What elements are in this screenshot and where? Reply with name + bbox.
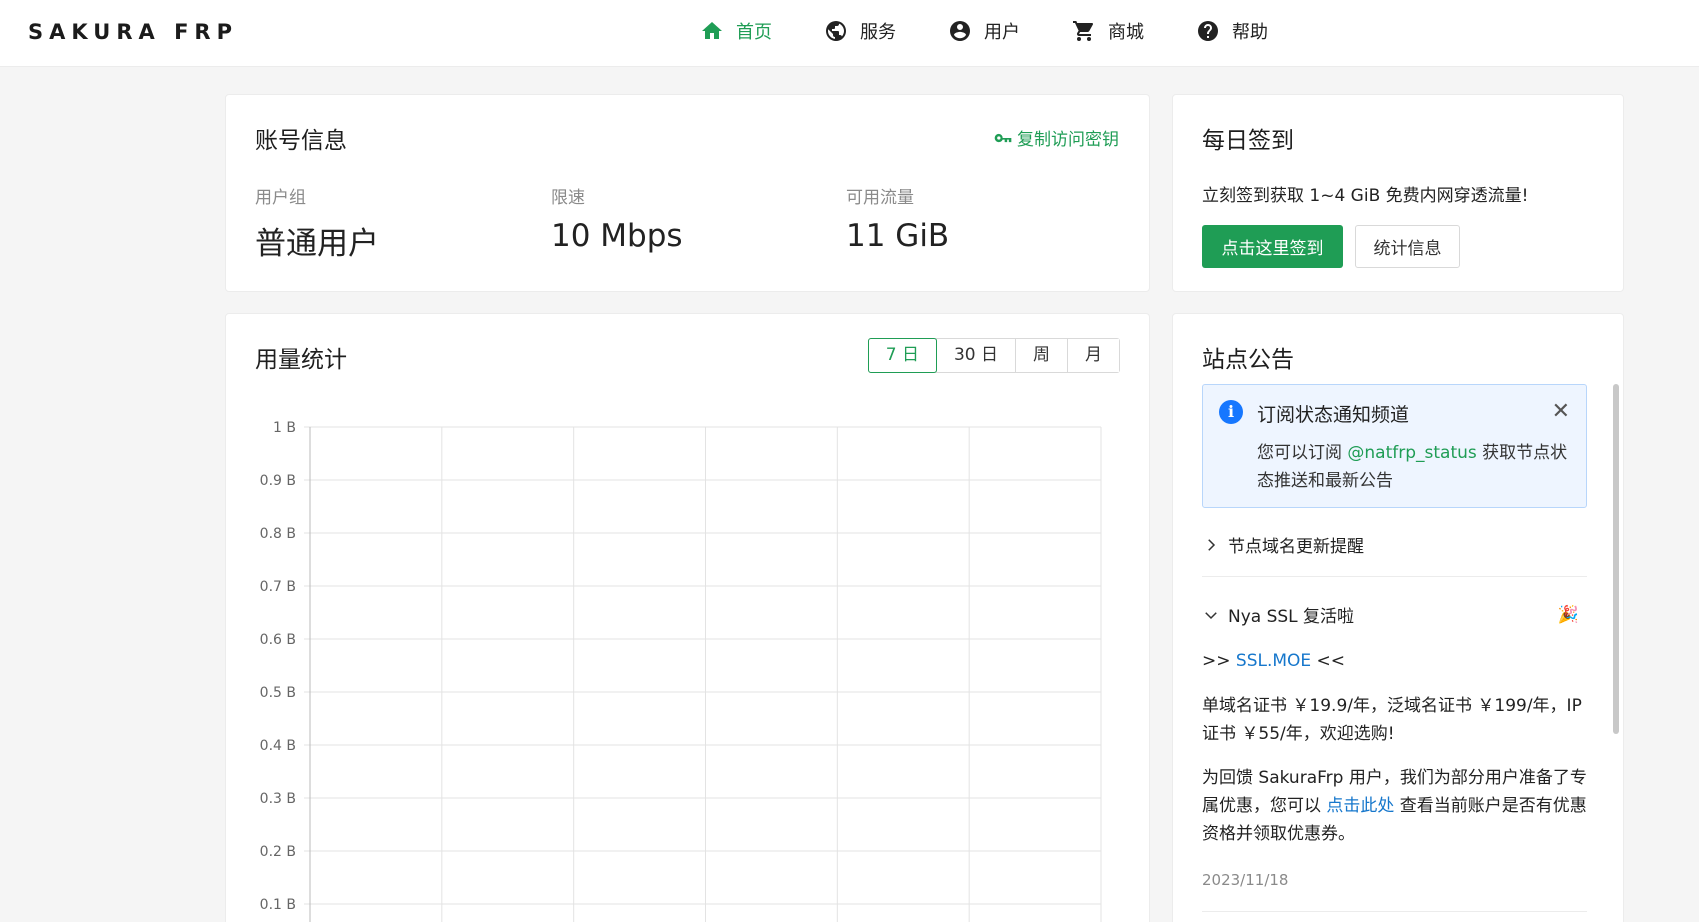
alert-body: 您可以订阅 @natfrp_status 获取节点状态推送和最新公告 (1257, 439, 1575, 495)
stat-label: 限速 (551, 188, 585, 208)
nav-label: 商城 (1108, 22, 1144, 43)
chart-y-tick-label: 0.1 B (260, 897, 296, 913)
main-nav: 首页 服务 用户 商城 帮助 (686, 0, 1306, 67)
divider (1202, 911, 1587, 912)
usage-card-title: 用量统计 (255, 347, 347, 373)
copy-key-label: 复制访问密钥 (1017, 130, 1119, 150)
notice-scrollbar[interactable] (1613, 384, 1619, 734)
ssl-prefix: >> (1202, 651, 1236, 671)
chart-y-tick-label: 0.9 B (260, 473, 296, 489)
range-30-days[interactable]: 30 日 (935, 339, 1015, 372)
notice-card-title: 站点公告 (1202, 347, 1294, 373)
divider (1202, 576, 1587, 577)
nav-help[interactable]: 帮助 (1182, 0, 1282, 62)
nav-label: 帮助 (1232, 22, 1268, 43)
nav-user[interactable]: 用户 (934, 0, 1034, 62)
notice-item-title: Nya SSL 复活啦 (1228, 607, 1355, 627)
usage-stats-card: 用量统计 7 日 30 日 周 月 1 B 0.9 B 0.8 B 0.7 B 0.6 … (225, 313, 1150, 922)
account-info-card: 账号信息 复制访问密钥 用户组 普通用户 限速 10 Mbps 可用流量 11 … (225, 94, 1150, 292)
site-notice-card: 站点公告 i 订阅状态通知频道 ✕ 您可以订阅 @natfrp_status 获… (1172, 313, 1624, 922)
nav-shop[interactable]: 商城 (1058, 0, 1158, 62)
range-month[interactable]: 月 (1067, 339, 1119, 372)
range-week[interactable]: 周 (1015, 339, 1067, 372)
signin-button[interactable]: 点击这里签到 (1202, 225, 1343, 268)
key-icon (994, 133, 1012, 142)
home-icon (702, 22, 722, 39)
top-navbar: SAKURA FRP 首页 服务 用户 商城 帮助 (0, 0, 1699, 67)
chart-y-tick-label: 0.2 B (260, 844, 296, 860)
daily-signin-card: 每日签到 立刻签到获取 1~4 GiB 免费内网穿透流量! 点击这里签到 统计信… (1172, 94, 1624, 292)
stat-speed-limit: 限速 10 Mbps (551, 183, 683, 254)
range-selector: 7 日 30 日 周 月 (867, 338, 1120, 373)
chart-y-tick-label: 0.4 B (260, 738, 296, 754)
nav-label: 用户 (984, 22, 1020, 43)
range-7-days[interactable]: 7 日 (867, 338, 937, 373)
brand-logo[interactable]: SAKURA FRP (28, 20, 238, 44)
party-popper-icon: 🎉 (1557, 604, 1579, 625)
chart-y-tick-label: 0.7 B (260, 579, 296, 595)
stat-value: 10 Mbps (551, 218, 683, 254)
stat-traffic: 可用流量 11 GiB (846, 183, 949, 254)
nav-label: 服务 (860, 22, 896, 43)
alert-body-text: 您可以订阅 (1257, 443, 1348, 463)
chart-y-tick-label: 0.5 B (260, 685, 296, 701)
close-icon[interactable]: ✕ (1552, 399, 1570, 424)
globe-icon (826, 21, 846, 41)
nav-home[interactable]: 首页 (686, 0, 786, 62)
stat-label: 用户组 (255, 188, 306, 208)
notice-date: 2023/11/18 (1202, 871, 1289, 889)
chevron-right-icon (1208, 538, 1216, 551)
stat-user-group: 用户组 普通用户 (255, 183, 379, 263)
chart-y-tick-label: 0.6 B (260, 632, 296, 648)
signin-card-title: 每日签到 (1202, 128, 1294, 154)
nav-services[interactable]: 服务 (810, 0, 910, 62)
chart-y-tick-label: 1 B (273, 420, 296, 436)
stat-value: 普通用户 (255, 226, 379, 262)
signin-stats-button[interactable]: 统计信息 (1355, 225, 1460, 268)
ssl-moe-link[interactable]: SSL.MOE (1236, 651, 1311, 671)
alert-title: 订阅状态通知频道 (1257, 404, 1410, 426)
notice-item-domain-update[interactable]: 节点域名更新提醒 (1202, 532, 1587, 557)
usage-chart: 1 B 0.9 B 0.8 B 0.7 B 0.6 B 0.5 B 0.4 B 0.3 B 0.… (260, 420, 1102, 922)
cart-icon (1073, 21, 1094, 41)
subscribe-alert: i 订阅状态通知频道 ✕ 您可以订阅 @natfrp_status 获取节点状态… (1202, 384, 1587, 508)
promo-text: 为回馈 SakuraFrp 用户，我们为部分用户准备了专属优惠，您可以 点击此处… (1202, 764, 1587, 848)
stat-label: 可用流量 (846, 188, 914, 208)
notice-item-title: 节点域名更新提醒 (1228, 537, 1364, 557)
ssl-link-line: >> SSL.MOE << (1202, 647, 1587, 675)
stat-value: 11 GiB (846, 218, 950, 254)
help-icon (1198, 21, 1218, 41)
status-channel-link[interactable]: @natfrp_status (1347, 443, 1476, 463)
promo-link[interactable]: 点击此处 (1326, 796, 1394, 816)
user-circle-icon (950, 21, 970, 41)
ssl-price-text: 单域名证书 ￥19.9/年，泛域名证书 ￥199/年，IP 证书 ￥55/年，欢… (1202, 696, 1582, 744)
chart-y-tick-label: 0.8 B (260, 526, 296, 542)
copy-access-key-button[interactable]: 复制访问密钥 (993, 125, 1119, 150)
chevron-down-icon (1205, 611, 1217, 619)
notice-item-nya-ssl[interactable]: Nya SSL 复活啦 🎉 (1202, 602, 1587, 627)
info-icon: i (1219, 400, 1243, 424)
nav-label: 首页 (736, 22, 772, 43)
signin-description: 立刻签到获取 1~4 GiB 免费内网穿透流量! (1202, 186, 1529, 206)
account-card-title: 账号信息 (255, 128, 347, 154)
ssl-suffix: << (1311, 651, 1346, 671)
chart-y-tick-label: 0.3 B (260, 791, 296, 807)
